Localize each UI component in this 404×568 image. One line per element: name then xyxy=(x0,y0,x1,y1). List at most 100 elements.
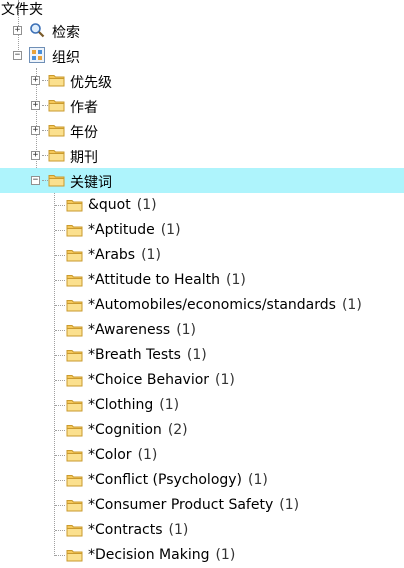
tree-line xyxy=(55,355,65,356)
tree-label-category: 作者 xyxy=(70,100,98,116)
folder-icon xyxy=(48,175,65,187)
tree-line xyxy=(55,230,65,231)
tree-row-category[interactable]: + 年份 xyxy=(0,118,404,143)
tree-row-search[interactable]: + 检索 xyxy=(0,18,404,43)
tree-keyword-text: *Aptitude (1) xyxy=(88,222,181,238)
tree-label-search: 检索 xyxy=(52,25,80,41)
keyword-label: *Clothing xyxy=(88,397,154,413)
tree-line xyxy=(55,280,65,281)
keyword-count: (1) xyxy=(279,497,300,513)
tree-row-category[interactable]: − 关键词 xyxy=(0,168,404,193)
tree-row-category[interactable]: + 优先级 xyxy=(0,68,404,93)
keyword-label: *Decision Making xyxy=(88,547,210,563)
tree-row-keyword[interactable]: *Arabs (1) xyxy=(0,243,404,268)
tree-row-keyword[interactable]: *Conflict (Psychology) (1) xyxy=(0,468,404,493)
tree-line xyxy=(55,455,65,456)
expand-toggle[interactable]: + xyxy=(31,76,40,85)
keyword-count: (2) xyxy=(167,422,188,438)
tree-line xyxy=(55,530,65,531)
tree-row-category[interactable]: + 期刊 xyxy=(0,143,404,168)
keyword-label: *Awareness xyxy=(88,322,171,338)
keyword-count: (1) xyxy=(159,397,180,413)
folder-icon xyxy=(66,275,83,287)
tree-line xyxy=(55,205,65,206)
folder-icon xyxy=(66,200,83,212)
folder-icon xyxy=(48,150,65,162)
tree-keyword-text: *Contracts (1) xyxy=(88,522,188,538)
tree-row-keyword[interactable]: *Clothing (1) xyxy=(0,393,404,418)
tree-row-keyword[interactable]: &quot (1) xyxy=(0,193,404,218)
keyword-count: (1) xyxy=(226,272,246,288)
folder-icon xyxy=(66,450,83,462)
keyword-label: &quot xyxy=(88,197,131,213)
keyword-label: *Choice Behavior xyxy=(88,372,210,388)
tree-label-category: 优先级 xyxy=(70,75,112,91)
tree-keyword-text: *Decision Making (1) xyxy=(88,547,235,563)
folder-icon xyxy=(66,300,83,312)
tree-keyword-text: *Clothing (1) xyxy=(88,397,179,413)
tree-line xyxy=(55,305,65,306)
expand-toggle[interactable]: + xyxy=(31,151,40,160)
panel-title: 文件夹 xyxy=(1,2,43,18)
folder-icon xyxy=(66,250,83,262)
tree-keyword-text: *Consumer Product Safety (1) xyxy=(88,497,299,513)
keyword-count: (1) xyxy=(215,547,236,563)
keyword-label: *Breath Tests xyxy=(88,347,181,363)
expand-toggle[interactable]: + xyxy=(31,101,40,110)
tree-line xyxy=(55,480,65,481)
keyword-count: (1) xyxy=(168,522,189,538)
tree-line xyxy=(55,555,65,556)
keyword-label: *Consumer Product Safety xyxy=(88,497,274,513)
tree-row-keyword[interactable]: *Automobiles/economics/standards (1) xyxy=(0,293,404,318)
tree-row-keyword[interactable]: *Choice Behavior (1) xyxy=(0,368,404,393)
magnifier-icon xyxy=(30,23,45,38)
folder-tree: + 检索 文件夹 − 组织 + 优先级 + 作者 + 年份 + 期刊 − 关键词 &quot (1)… xyxy=(0,0,404,567)
tree-row-keyword[interactable]: *Contracts (1) xyxy=(0,518,404,543)
tree-keyword-text: *Attitude to Health (1) xyxy=(88,272,246,288)
tree-row-organization[interactable]: − 组织 xyxy=(0,43,404,68)
collapse-toggle[interactable]: − xyxy=(31,176,40,185)
tree-row-category[interactable]: + 作者 xyxy=(0,93,404,118)
keyword-count: (1) xyxy=(141,247,161,263)
tree-keyword-text: *Choice Behavior (1) xyxy=(88,372,235,388)
tree-row-keyword[interactable]: *Decision Making (1) xyxy=(0,543,404,568)
tree-line xyxy=(55,255,65,256)
folder-icon xyxy=(66,350,83,362)
folder-icon xyxy=(48,75,65,87)
keyword-count: (1) xyxy=(176,322,197,338)
collapse-toggle[interactable]: − xyxy=(13,51,22,60)
tree-line xyxy=(55,505,65,506)
tree-row-keyword[interactable]: *Aptitude (1) xyxy=(0,218,404,243)
expand-toggle[interactable]: + xyxy=(31,126,40,135)
tree-line xyxy=(55,405,65,406)
keyword-label: *Contracts xyxy=(88,522,163,538)
tree-line xyxy=(55,330,65,331)
tree-label-category: 关键词 xyxy=(70,175,112,191)
tree-row-keyword[interactable]: *Cognition (2) xyxy=(0,418,404,443)
tree-label-category: 期刊 xyxy=(70,150,98,166)
keyword-label: *Aptitude xyxy=(88,222,155,238)
tree-label-category: 年份 xyxy=(70,125,98,141)
keyword-label: *Conflict (Psychology) xyxy=(88,472,243,488)
tree-keyword-text: *Color (1) xyxy=(88,447,157,463)
organization-icon xyxy=(29,47,45,63)
tree-keyword-text: *Arabs (1) xyxy=(88,247,161,263)
folder-icon xyxy=(66,525,83,537)
keyword-count: (1) xyxy=(160,222,181,238)
tree-row-keyword[interactable]: *Attitude to Health (1) xyxy=(0,268,404,293)
keyword-count: (1) xyxy=(186,347,207,363)
tree-keyword-text: *Cognition (2) xyxy=(88,422,188,438)
keyword-count: (1) xyxy=(137,447,158,463)
tree-line xyxy=(55,380,65,381)
tree-row-keyword[interactable]: *Consumer Product Safety (1) xyxy=(0,493,404,518)
keyword-count: (1) xyxy=(136,197,157,213)
folder-icon xyxy=(66,225,83,237)
tree-row-keyword[interactable]: *Awareness (1) xyxy=(0,318,404,343)
tree-row-keyword[interactable]: *Breath Tests (1) xyxy=(0,343,404,368)
expand-toggle[interactable]: + xyxy=(13,26,22,35)
folder-icon xyxy=(66,375,83,387)
tree-label-organization: 组织 xyxy=(52,50,80,66)
tree-row-keyword[interactable]: *Color (1) xyxy=(0,443,404,468)
keyword-label: *Arabs xyxy=(88,247,136,263)
keyword-label: *Attitude to Health xyxy=(88,272,220,288)
